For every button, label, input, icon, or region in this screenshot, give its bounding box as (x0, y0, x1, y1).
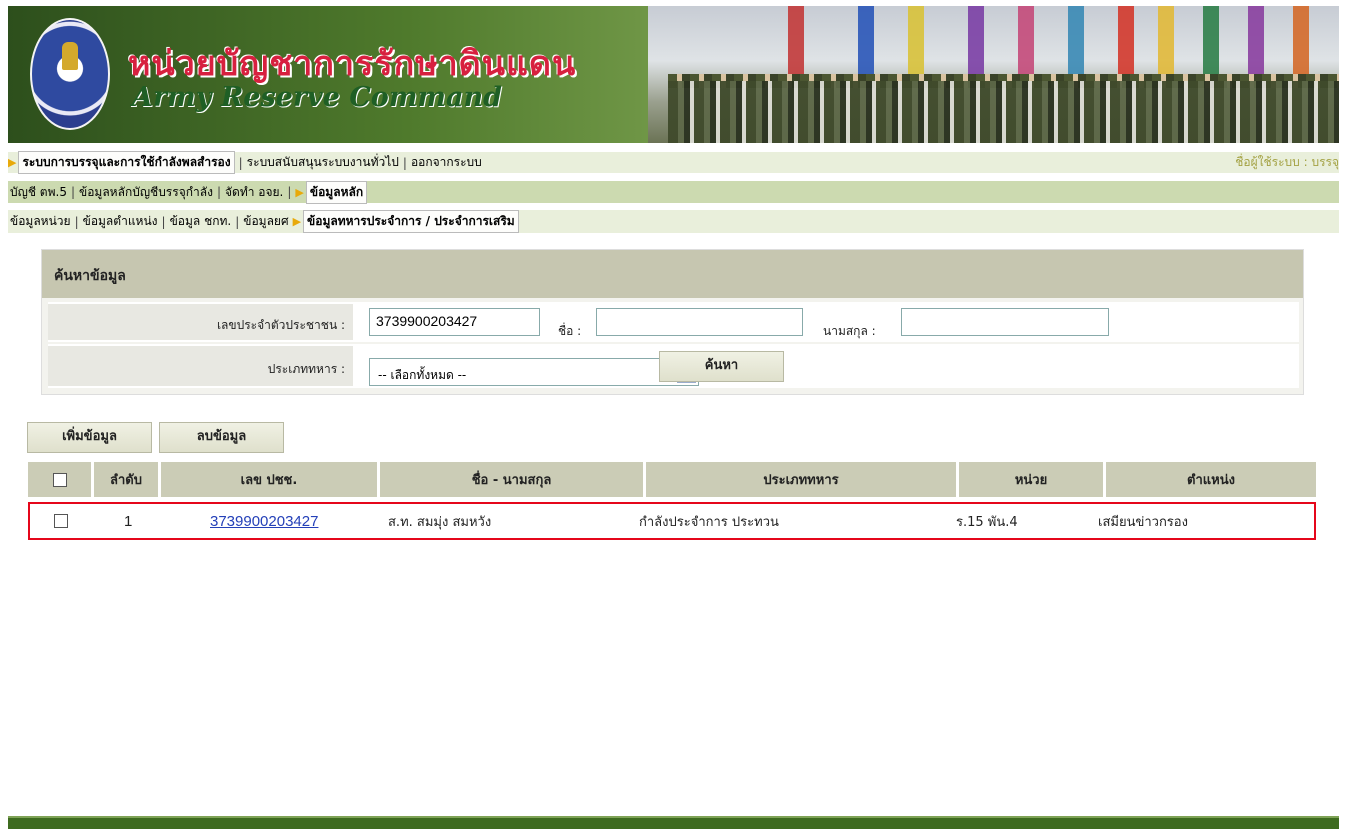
menu-unit-data[interactable]: ข้อมูลหน่วย (10, 212, 71, 231)
header-banner: หน่วยบัญชาการรักษาดินแดน Army Reserve Co… (8, 6, 1339, 143)
flag-graphic (1018, 6, 1034, 76)
row-name: ส.ท. สมมุ่ง สมหวัง (388, 514, 492, 530)
sub-menu: บัญชี ตพ.5 | ข้อมูลหลักบัญชีบรรจุกำลัง |… (8, 180, 368, 204)
menu-soldier-data[interactable]: ข้อมูลทหารประจำการ / ประจำการเสริม (303, 210, 519, 233)
banner-soldiers (668, 81, 1339, 143)
row-checkbox-cell (54, 504, 68, 538)
delete-button[interactable]: ลบข้อมูล (159, 422, 284, 453)
citizen-id-link[interactable]: 3739900203427 (210, 513, 318, 530)
site-title-english: Army Reserve Command (132, 82, 502, 113)
flag-graphic (858, 6, 874, 76)
search-button[interactable]: ค้นหา (659, 351, 784, 382)
soldier-type-select[interactable]: -- เลือกทั้งหมด -- ▼ (369, 358, 699, 386)
arrow-right-icon: ▶ (295, 185, 304, 199)
name-input[interactable] (596, 308, 803, 336)
col-header-type: ประเภททหาร (646, 462, 959, 497)
surname-label: นามสกุล : (823, 324, 876, 338)
sub-menu-bar: บัญชี ตพ.5 | ข้อมูลหลักบัญชีบรรจุกำลัง |… (8, 180, 1339, 204)
table-row[interactable]: 1 3739900203427 ส.ท. สมมุ่ง สมหวัง กำลัง… (28, 502, 1316, 540)
col-header-name: ชื่อ - นามสกุล (380, 462, 646, 497)
main-menu: ▶ ระบบการบรรจุและการใช้กำลังพลสำรอง | ระ… (8, 151, 482, 174)
flag-graphic (1203, 6, 1219, 76)
main-menu-bar: ▶ ระบบการบรรจุและการใช้กำลังพลสำรอง | ระ… (8, 151, 1339, 174)
citizen-id-input[interactable]: 3739900203427 (369, 308, 540, 336)
name-label: ชื่อ : (558, 324, 582, 338)
menu-mos-data[interactable]: ข้อมูล ชกท. (170, 212, 232, 231)
col-header-id: เลข ปชช. (161, 462, 380, 497)
row-type: กำลังประจำการ ประทวน (639, 514, 779, 530)
col-header-no: ลำดับ (94, 462, 161, 497)
flag-graphic (908, 6, 924, 76)
flag-graphic (788, 6, 804, 76)
user-label: ชื่อผู้ใช้ระบบ : บรรจุ (1235, 155, 1339, 169)
header-select-all (28, 462, 94, 497)
footer-bar (8, 816, 1339, 829)
flag-graphic (1293, 6, 1309, 76)
col-header-position: ตำแหน่ง (1187, 473, 1235, 488)
menu-general-support[interactable]: ระบบสนับสนุนระบบงานทั่วไป (247, 153, 399, 172)
army-emblem-logo (30, 18, 110, 130)
menu-reserve-system[interactable]: ระบบการบรรจุและการใช้กำลังพลสำรอง (18, 151, 235, 174)
table-header: ลำดับ เลข ปชช. ชื่อ - นามสกุล ประเภททหาร… (28, 462, 1316, 497)
search-title: ค้นหาข้อมูล (54, 268, 126, 284)
menu-logout[interactable]: ออกจากระบบ (411, 153, 482, 172)
tertiary-menu: ข้อมูลหน่วย | ข้อมูลตำแหน่ง | ข้อมูล ชกท… (8, 210, 519, 233)
flag-graphic (1068, 6, 1084, 76)
row-position: เสมียนข่าวกรอง (1098, 514, 1188, 530)
submenu-master-data[interactable]: ข้อมูลหลัก (305, 180, 368, 204)
soldier-type-label: ประเภททหาร : (267, 362, 345, 376)
menu-position-data[interactable]: ข้อมูลตำแหน่ง (83, 212, 158, 231)
row-unit: ร.15 พัน.4 (956, 514, 1018, 530)
label-cell: ประเภททหาร : (48, 346, 353, 386)
tertiary-menu-bar: ข้อมูลหน่วย | ข้อมูลตำแหน่ง | ข้อมูล ชกท… (8, 210, 1339, 233)
flag-graphic (1158, 6, 1174, 76)
label-cell: เลขประจำตัวประชาชน : (48, 304, 353, 340)
row-no: 1 (124, 512, 133, 530)
flag-graphic (968, 6, 984, 76)
submenu-master-accounts[interactable]: ข้อมูลหลักบัญชีบรรจุกำลัง (79, 183, 213, 202)
citizen-id-label: เลขประจำตัวประชาชน : (216, 318, 345, 332)
menu-rank-data[interactable]: ข้อมูลยศ (243, 212, 288, 231)
col-header-unit: หน่วย (959, 462, 1106, 497)
search-panel: ค้นหาข้อมูล เลขประจำตัวประชาชน : ประเภทท… (41, 249, 1304, 395)
select-all-checkbox[interactable] (52, 472, 67, 487)
flag-graphic (1118, 6, 1134, 76)
surname-input[interactable] (901, 308, 1109, 336)
submenu-ajy[interactable]: จัดทำ อจย. (225, 183, 283, 202)
select-value: -- เลือกทั้งหมด -- (378, 368, 467, 382)
arrow-right-icon: ▶ (8, 156, 17, 169)
add-button[interactable]: เพิ่มข้อมูล (27, 422, 152, 453)
search-header: ค้นหาข้อมูล (42, 250, 1303, 298)
row-citizen-id-cell: 3739900203427 (210, 504, 318, 538)
submenu-tp5[interactable]: บัญชี ตพ.5 (10, 183, 67, 202)
row-checkbox[interactable] (54, 514, 68, 528)
arrow-right-icon: ▶ (292, 215, 302, 228)
flag-graphic (1248, 6, 1264, 76)
